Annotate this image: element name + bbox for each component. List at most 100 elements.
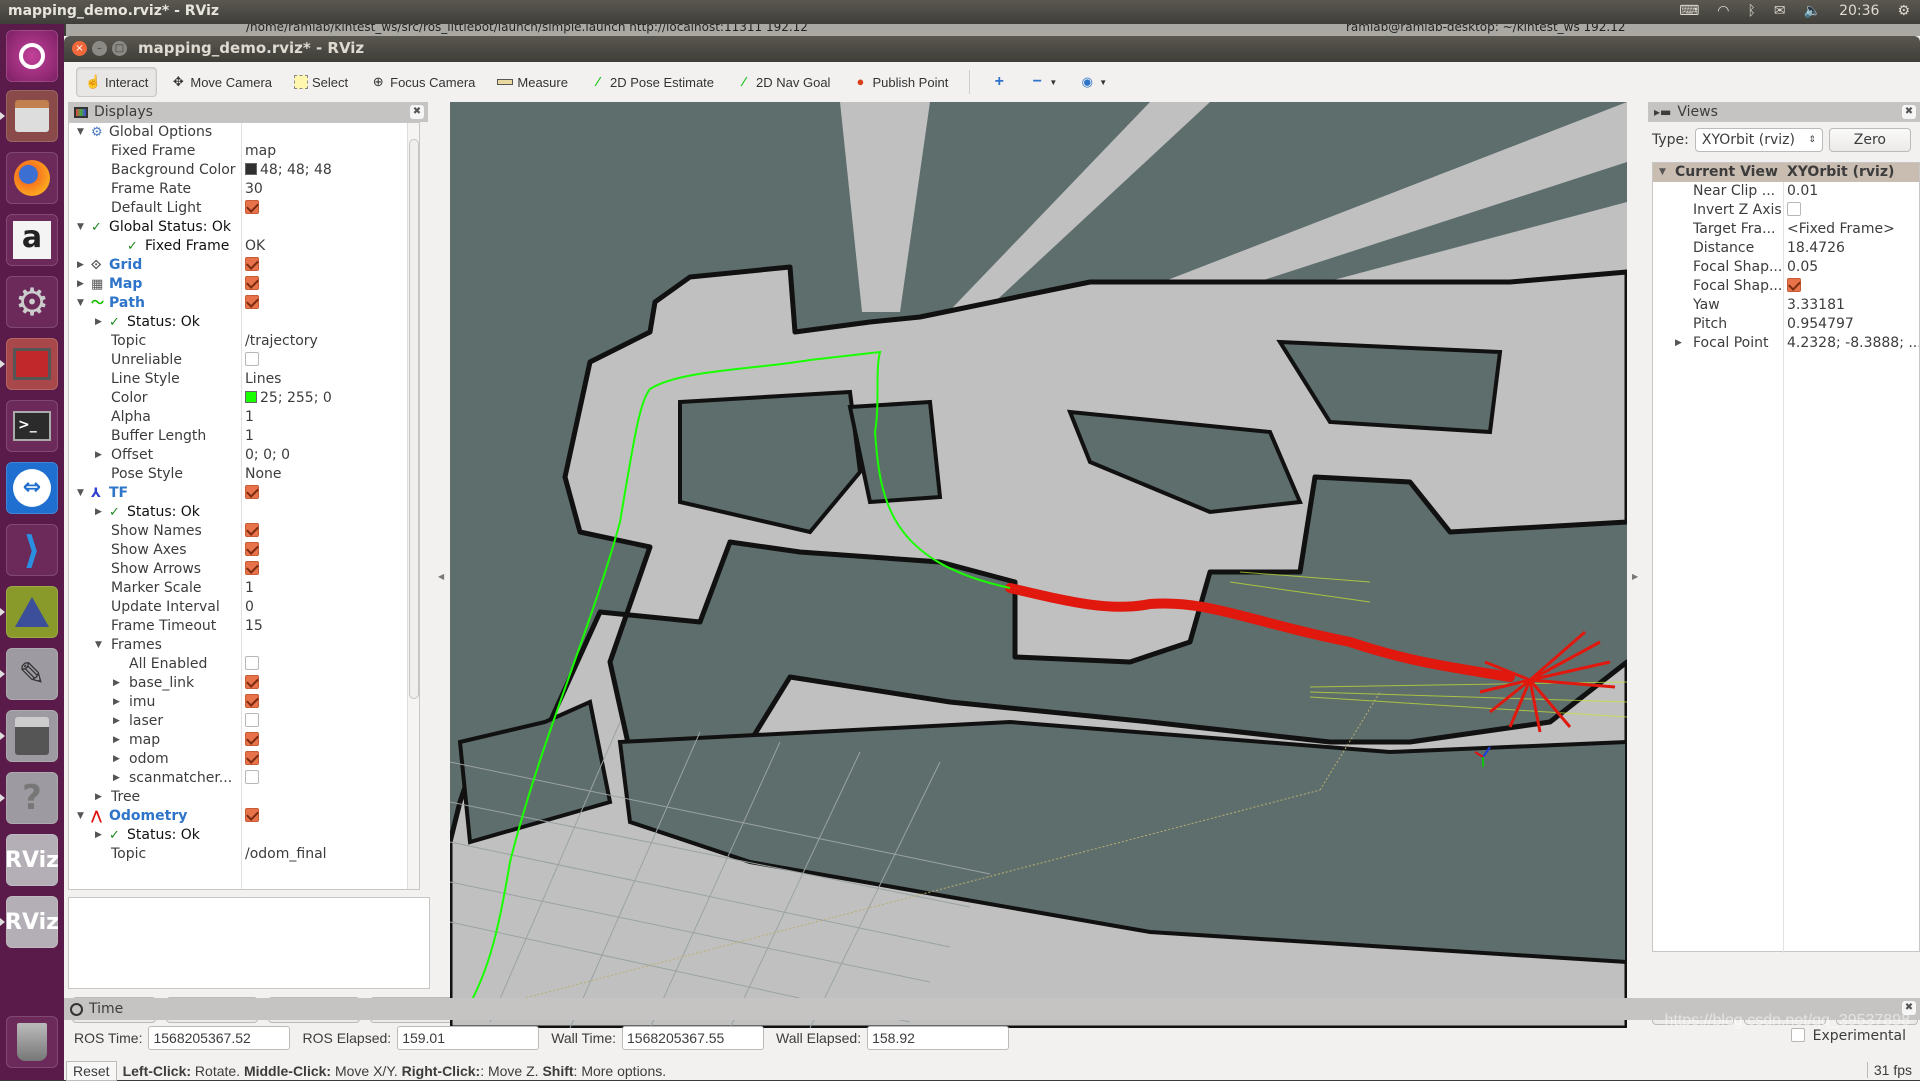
row-value[interactable]: 15 <box>245 618 263 634</box>
row-value[interactable]: 25; 255; 0 <box>260 390 332 406</box>
firefox-icon[interactable] <box>6 152 58 204</box>
row-value[interactable]: 1 <box>245 428 254 444</box>
network-app-icon[interactable] <box>6 586 58 638</box>
property-row-pose-style[interactable]: Pose Style None <box>69 465 419 484</box>
keyboard-icon[interactable]: ⌨ <box>1679 3 1699 19</box>
property-row-fixed-frame[interactable]: Fixed Frame map <box>69 142 419 161</box>
property-row-marker-scale[interactable]: Marker Scale 1 <box>69 579 419 598</box>
current-view-row[interactable]: ▼ Current View XYOrbit (rviz) <box>1653 163 1919 182</box>
expand-arrow-icon[interactable]: ▶ <box>77 256 84 275</box>
system-settings-icon[interactable]: ⚙ <box>6 276 58 328</box>
property-row-unreliable[interactable]: Unreliable <box>69 351 419 370</box>
scrollbar-thumb[interactable] <box>409 139 419 699</box>
enable-checkbox[interactable] <box>245 712 259 727</box>
expand-arrow-icon[interactable]: ▼ <box>77 218 84 237</box>
expand-arrow-icon[interactable]: ▶ <box>113 731 120 750</box>
minimize-window-button[interactable]: – <box>92 41 107 56</box>
enable-checkbox[interactable] <box>245 655 259 670</box>
collapse-right-handle[interactable]: ▶ <box>1632 572 1638 581</box>
row-value-cell[interactable]: /odom_final <box>245 845 327 864</box>
row-value-cell[interactable] <box>1787 277 1801 296</box>
row-value[interactable]: 4.2328; -8.3888; ... <box>1787 335 1919 351</box>
property-row-global-status-ok[interactable]: ▼ ✓ Global Status: Ok <box>69 218 419 237</box>
expand-arrow-icon[interactable]: ▶ <box>113 674 120 693</box>
display-item-grid[interactable]: ▶ ⟐ Grid <box>69 256 419 275</box>
row-value-cell[interactable]: <Fixed Frame> <box>1787 220 1895 239</box>
row-value[interactable]: 0 <box>245 599 254 615</box>
property-row-imu[interactable]: ▶ imu <box>69 693 419 712</box>
row-value-cell[interactable] <box>245 769 259 788</box>
row-value-cell[interactable] <box>245 294 259 313</box>
collapse-left-handle[interactable]: ◀ <box>438 572 444 581</box>
property-row-status-ok[interactable]: ▶ ✓ Status: Ok <box>69 826 419 845</box>
power-gear-icon[interactable]: ⚙ <box>1897 3 1910 19</box>
terminator-icon[interactable] <box>6 338 58 390</box>
background-windows[interactable]: /home/ramlab/kintest_ws/src/ros_littlebo… <box>66 24 1920 36</box>
display-item-map[interactable]: ▶ ▦ Map <box>69 275 419 294</box>
terminal-icon[interactable]: >_ <box>6 400 58 452</box>
row-value-cell[interactable] <box>245 807 259 826</box>
files-icon[interactable] <box>6 90 58 142</box>
row-value-cell[interactable]: 4.2328; -8.3888; ... <box>1787 334 1919 353</box>
displays-tree[interactable]: ▼ ⚙ Global Options Fixed Frame map Background… <box>68 122 420 890</box>
property-row-buffer-length[interactable]: Buffer Length 1 <box>69 427 419 446</box>
display-item-odometry[interactable]: ▼ ⋀ Odometry <box>69 807 419 826</box>
rviz-icon[interactable]: RViz <box>5 896 59 948</box>
tool-publish-point[interactable]: ● Publish Point <box>843 67 957 97</box>
row-value-cell[interactable] <box>245 351 259 370</box>
property-row-frame-timeout[interactable]: Frame Timeout 15 <box>69 617 419 636</box>
vscode-icon[interactable]: ⟩ <box>6 524 58 576</box>
row-value-cell[interactable] <box>245 655 259 674</box>
property-row-map[interactable]: ▶ map <box>69 731 419 750</box>
property-row-line-style[interactable]: Line Style Lines <box>69 370 419 389</box>
row-value-cell[interactable] <box>245 712 259 731</box>
expand-arrow-icon[interactable]: ▼ <box>77 807 84 826</box>
row-value-cell[interactable] <box>245 693 259 712</box>
mail-icon[interactable]: ✉ <box>1774 3 1786 19</box>
tool-move-camera[interactable]: ✥ Move Camera <box>161 67 281 97</box>
expand-arrow-icon[interactable]: ▶ <box>95 788 102 807</box>
close-panel-button[interactable]: ✖ <box>1902 105 1916 119</box>
row-value-cell[interactable]: 0.01 <box>1787 182 1818 201</box>
tool-2d-pose-estimate[interactable]: ⁄ 2D Pose Estimate <box>581 67 723 97</box>
row-value-cell[interactable]: 30 <box>245 180 263 199</box>
view-property-row[interactable]: Focal Shap... 0.05 <box>1653 258 1919 277</box>
property-row-update-interval[interactable]: Update Interval 0 <box>69 598 419 617</box>
enable-checkbox[interactable] <box>245 750 259 765</box>
property-checkbox[interactable] <box>1787 277 1801 292</box>
row-value-cell[interactable]: 1 <box>245 408 254 427</box>
row-value-cell[interactable]: 0; 0; 0 <box>245 446 290 465</box>
experimental-option[interactable]: Experimental <box>1790 1027 1906 1044</box>
tool-select[interactable]: Select <box>285 68 357 97</box>
row-value-cell[interactable] <box>245 484 259 503</box>
row-value-cell[interactable] <box>245 750 259 769</box>
property-checkbox[interactable] <box>1787 201 1801 216</box>
displays-scrollbar[interactable] <box>407 123 419 889</box>
expand-arrow-icon[interactable]: ▶ <box>113 693 120 712</box>
row-value-cell[interactable] <box>245 541 259 560</box>
reset-button[interactable]: Reset <box>66 1061 117 1081</box>
enable-checkbox[interactable] <box>245 256 259 271</box>
row-value[interactable]: 30 <box>245 181 263 197</box>
display-item-tf[interactable]: ▼ ⅄ TF <box>69 484 419 503</box>
property-row-topic[interactable]: Topic/trajectory <box>69 332 419 351</box>
expand-arrow-icon[interactable]: ▶ <box>77 275 84 294</box>
property-row-background-color[interactable]: Background Color 48; 48; 48 <box>69 161 419 180</box>
row-value[interactable]: 48; 48; 48 <box>260 162 332 178</box>
expand-arrow-icon[interactable]: ▼ <box>77 123 84 142</box>
row-value-cell[interactable] <box>245 731 259 750</box>
row-value-cell[interactable]: 15 <box>245 617 263 636</box>
view-property-row[interactable]: Invert Z Axis <box>1653 201 1919 220</box>
row-value-cell[interactable] <box>1787 201 1801 220</box>
view-property-row[interactable]: Target Fra... <Fixed Frame> <box>1653 220 1919 239</box>
tool-measure[interactable]: Measure <box>488 68 577 97</box>
row-value[interactable]: 3.33181 <box>1787 297 1845 313</box>
enable-checkbox[interactable] <box>245 674 259 689</box>
wall-elapsed-field[interactable]: 158.92 <box>867 1026 1010 1050</box>
wall-time-field[interactable]: 1568205367.55 <box>622 1026 765 1050</box>
expand-arrow-icon[interactable]: ▼ <box>77 484 84 503</box>
property-row-status-ok[interactable]: ▶ ✓ Status: Ok <box>69 313 419 332</box>
row-value[interactable]: <Fixed Frame> <box>1787 221 1895 237</box>
row-value[interactable]: /trajectory <box>245 333 318 349</box>
enable-checkbox[interactable] <box>245 522 259 537</box>
